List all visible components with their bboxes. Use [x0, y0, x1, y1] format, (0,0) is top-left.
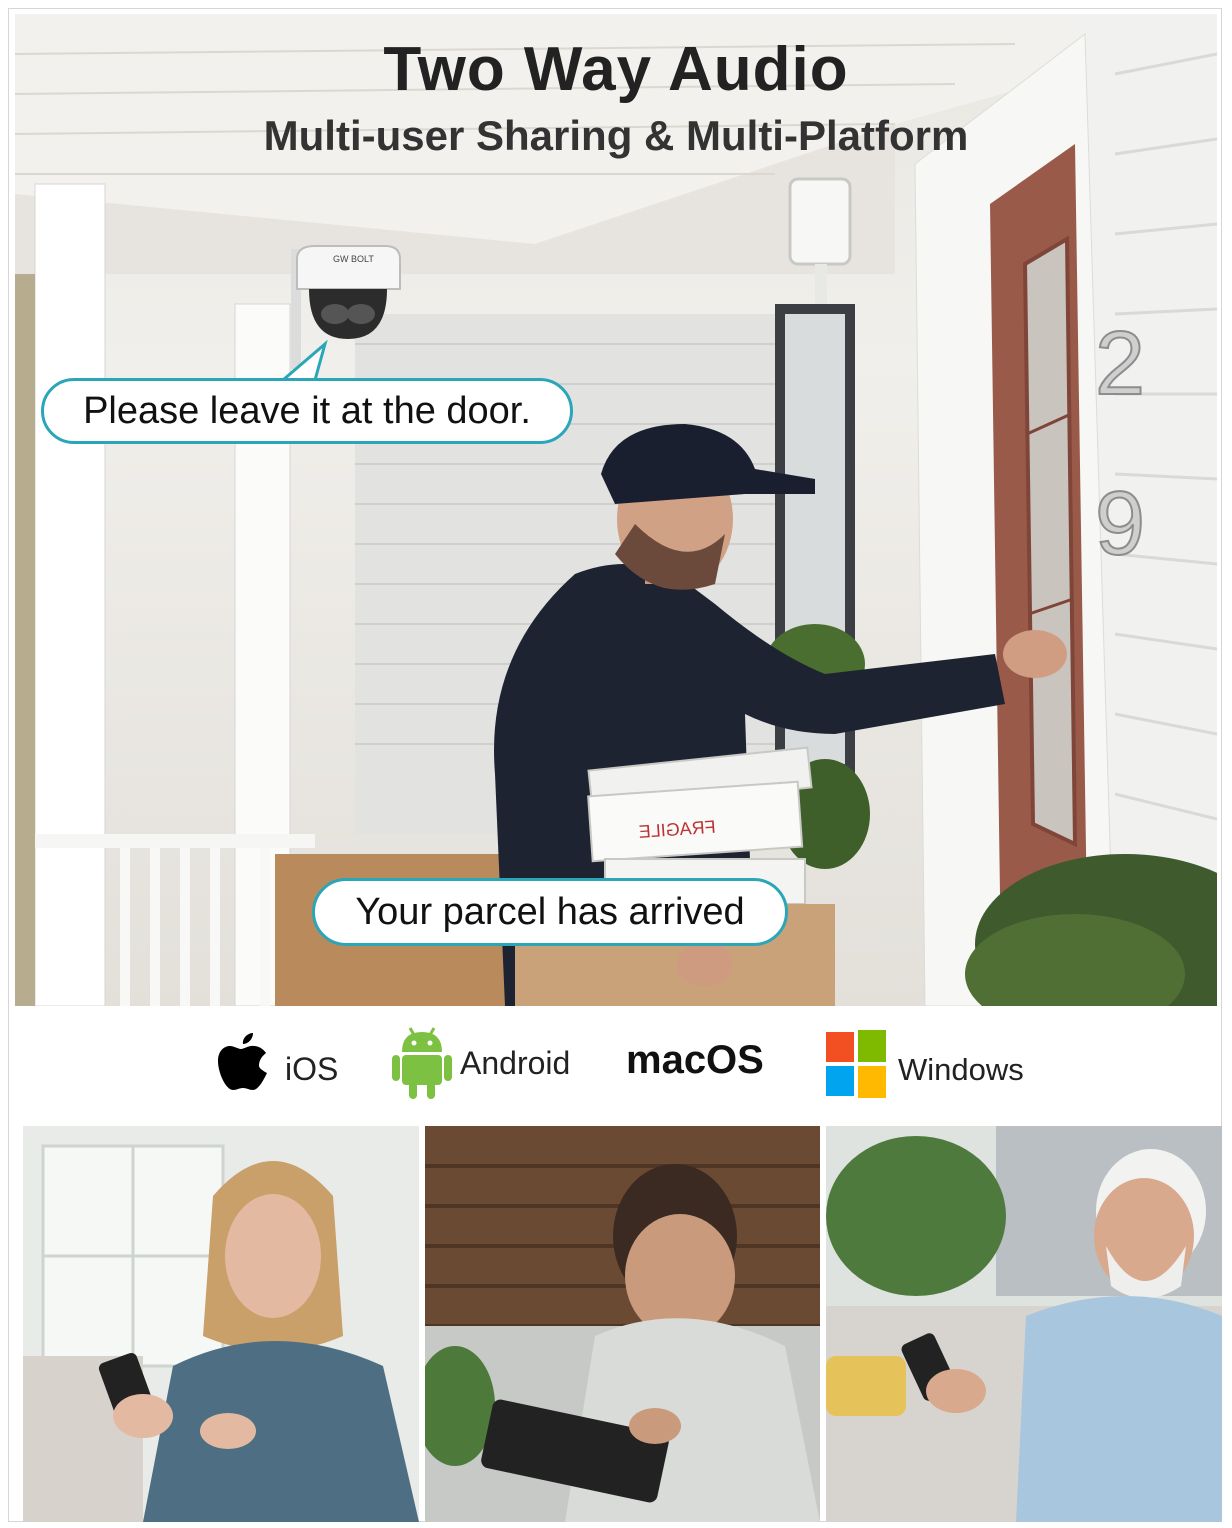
page-subtitle: Multi-user Sharing & Multi-Platform [263, 112, 969, 159]
speech-bubble-user: Your parcel has arrived [312, 878, 788, 946]
speech-bubble-camera: Please leave it at the door. [41, 378, 573, 444]
photo-older-man-with-phone [826, 1126, 1222, 1522]
platform-windows: Windows [826, 1030, 1024, 1098]
camera-brand: GW BOLT [333, 254, 374, 264]
windows-icon [826, 1030, 886, 1098]
platform-ios: iOS [215, 1030, 338, 1098]
platform-row: iOS Android macOS Windows [0, 1022, 1232, 1118]
porch-scene: 2 9 GW BOLT FRAGILE [15, 14, 1217, 1006]
platform-label-ios: iOS [285, 1050, 339, 1087]
page-title: Two Way Audio [383, 35, 849, 104]
apple-icon [218, 1033, 267, 1090]
platform-label-android: Android [460, 1044, 571, 1081]
photo-man-with-tablet [425, 1126, 820, 1522]
platform-label-macos: macOS [626, 1038, 764, 1082]
house-number-top: 2 [1095, 314, 1145, 414]
platform-android: Android [392, 1026, 570, 1100]
platform-label-windows: Windows [898, 1052, 1024, 1087]
porch-illustration: 2 9 GW BOLT FRAGILE [15, 14, 1217, 1006]
android-icon [392, 1027, 452, 1099]
woman-photo-illustration [23, 1126, 419, 1522]
house-number-bottom: 9 [1095, 474, 1145, 574]
photo-woman-with-phone [23, 1126, 419, 1522]
man-photo-illustration [425, 1126, 820, 1522]
older-man-photo-illustration [826, 1126, 1222, 1522]
platform-macos: macOS [626, 1038, 764, 1083]
